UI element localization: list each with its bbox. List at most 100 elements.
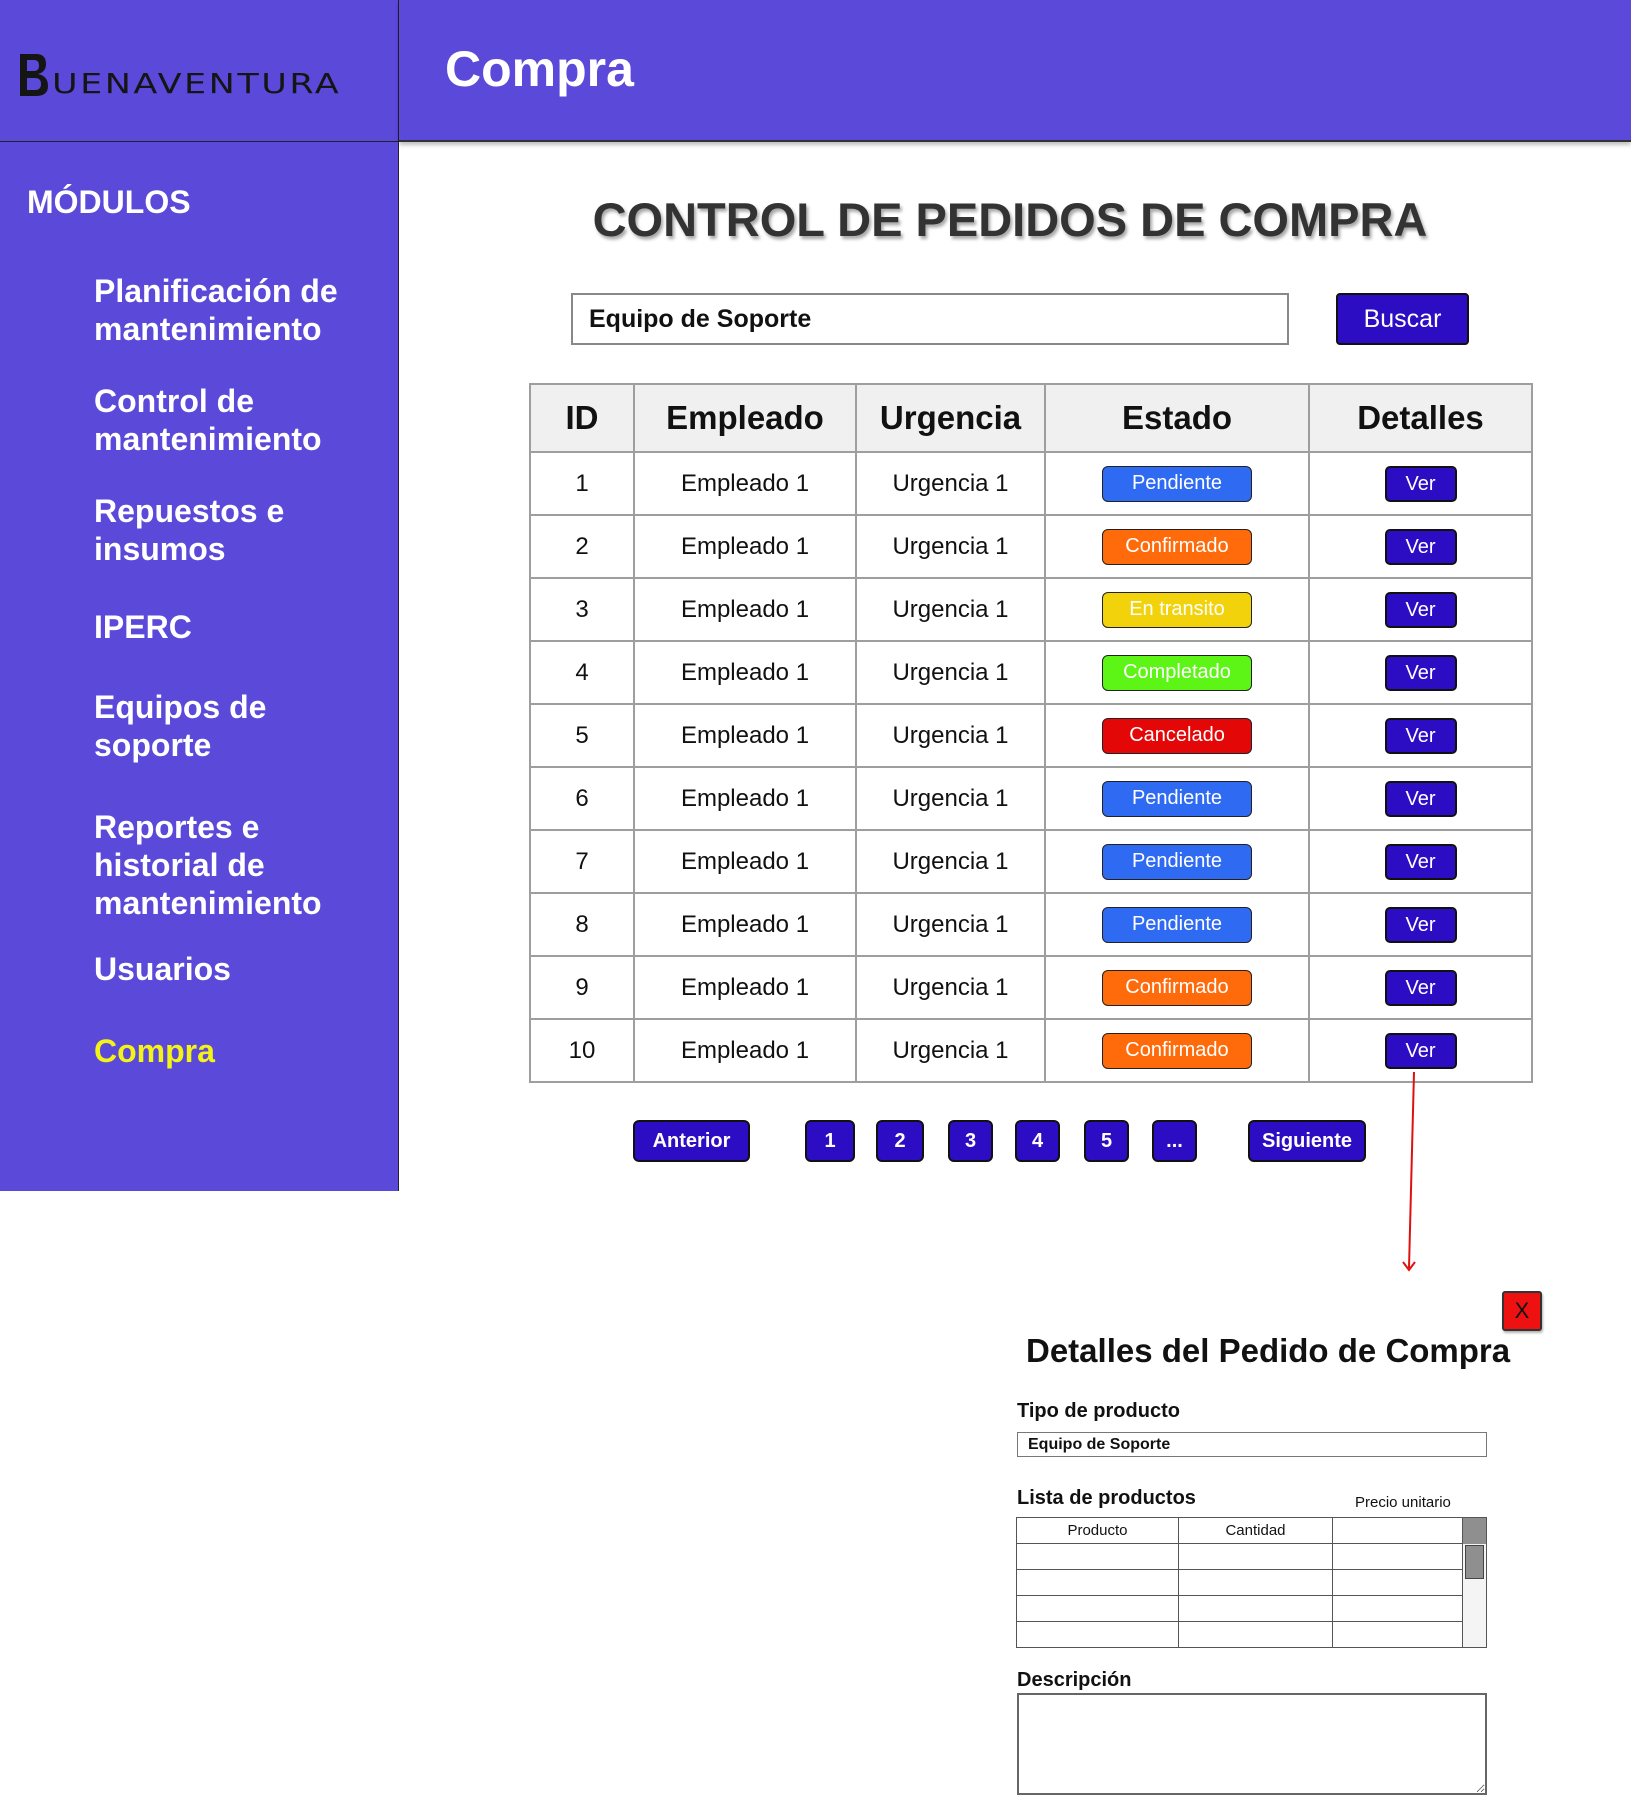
scrollbar-thumb[interactable] [1465, 1545, 1484, 1579]
cell-employee: Empleado 1 [633, 514, 857, 579]
company-logo: UENAVENTURA [18, 52, 339, 98]
view-details-button[interactable]: Ver [1384, 465, 1457, 502]
close-details-button[interactable]: X [1502, 1291, 1542, 1331]
page-header-title: Compra [445, 41, 634, 97]
scrollbar-top-cap [1463, 1518, 1486, 1544]
search-button[interactable]: Buscar [1336, 293, 1469, 345]
cell-id: 7 [529, 829, 635, 894]
unit-price-cell[interactable] [1332, 1621, 1463, 1648]
status-badge: En transito [1102, 591, 1252, 628]
unit-price-label: Precio unitario [1355, 1494, 1451, 1511]
pagination-prev-button[interactable]: Anterior [633, 1120, 750, 1162]
pagination-page-4[interactable]: 4 [1015, 1120, 1060, 1162]
view-details-button[interactable]: Ver [1384, 906, 1457, 943]
product-cell[interactable] [1016, 1569, 1179, 1596]
cell-id: 1 [529, 451, 635, 516]
cell-employee: Empleado 1 [633, 955, 857, 1020]
products-list-label: Lista de productos [1017, 1487, 1196, 1509]
product-cell[interactable] [1016, 1595, 1179, 1622]
orders-table-body: 1 Empleado 1 Urgencia 1 Pendiente Ver 2 Emplea… [529, 451, 1533, 1083]
top-header: Compra [399, 0, 1631, 142]
pagination-page-3[interactable]: 3 [948, 1120, 993, 1162]
cell-details: Ver [1308, 829, 1533, 894]
quantity-cell[interactable] [1178, 1569, 1333, 1596]
status-badge: Confirmado [1102, 528, 1252, 565]
pagination-next-button[interactable]: Siguiente [1248, 1120, 1366, 1162]
table-row: 9 Empleado 1 Urgencia 1 Confirmado Ver [529, 955, 1533, 1020]
pagination-page-5[interactable]: 5 [1084, 1120, 1129, 1162]
column-header-id: ID [529, 383, 635, 453]
cell-employee: Empleado 1 [633, 892, 857, 957]
products-row [1016, 1595, 1463, 1622]
table-row: 5 Empleado 1 Urgencia 1 Cancelado Ver [529, 703, 1533, 768]
product-cell[interactable] [1016, 1543, 1179, 1570]
view-details-button[interactable]: Ver [1384, 528, 1457, 565]
unit-price-cell[interactable] [1332, 1543, 1463, 1570]
cell-employee: Empleado 1 [633, 766, 857, 831]
cell-status: Pendiente [1044, 892, 1310, 957]
cell-urgency: Urgencia 1 [855, 955, 1046, 1020]
table-row: 10 Empleado 1 Urgencia 1 Confirmado Ver [529, 1018, 1533, 1083]
products-header-product: Producto [1016, 1517, 1179, 1544]
sidebar-item-iperc[interactable]: IPERC [94, 608, 384, 646]
sidebar-item-planificacion[interactable]: Planificación de mantenimiento [94, 272, 384, 348]
view-details-button[interactable]: Ver [1384, 654, 1457, 691]
pagination-ellipsis[interactable]: ... [1152, 1120, 1197, 1162]
view-details-button[interactable]: Ver [1384, 1032, 1457, 1069]
cell-status: Confirmado [1044, 1018, 1310, 1083]
search-input[interactable] [571, 293, 1289, 345]
view-details-button[interactable]: Ver [1384, 969, 1457, 1006]
status-badge: Pendiente [1102, 780, 1252, 817]
quantity-cell[interactable] [1178, 1595, 1333, 1622]
quantity-cell[interactable] [1178, 1543, 1333, 1570]
cell-id: 3 [529, 577, 635, 642]
product-cell[interactable] [1016, 1621, 1179, 1648]
cell-urgency: Urgencia 1 [855, 640, 1046, 705]
cell-employee: Empleado 1 [633, 829, 857, 894]
cell-urgency: Urgencia 1 [855, 514, 1046, 579]
status-badge: Confirmado [1102, 1032, 1252, 1069]
product-type-label: Tipo de producto [1017, 1400, 1180, 1422]
sidebar-item-control[interactable]: Control de mantenimiento [94, 382, 384, 458]
description-textarea[interactable] [1017, 1693, 1487, 1795]
sidebar-item-compra[interactable]: Compra [94, 1032, 384, 1070]
cell-urgency: Urgencia 1 [855, 703, 1046, 768]
unit-price-cell[interactable] [1332, 1595, 1463, 1622]
cell-employee: Empleado 1 [633, 640, 857, 705]
products-scrollbar[interactable] [1462, 1517, 1487, 1648]
column-header-status: Estado [1044, 383, 1310, 453]
cell-urgency: Urgencia 1 [855, 829, 1046, 894]
orders-table: ID Empleado Urgencia Estado Detalles 1 Em… [529, 383, 1533, 1083]
products-header-quantity: Cantidad [1178, 1517, 1333, 1544]
unit-price-cell[interactable] [1332, 1569, 1463, 1596]
cell-details: Ver [1308, 892, 1533, 957]
view-details-button[interactable]: Ver [1384, 717, 1457, 754]
cell-status: Confirmado [1044, 514, 1310, 579]
products-row [1016, 1569, 1463, 1596]
view-details-button[interactable]: Ver [1384, 843, 1457, 880]
pagination-page-1[interactable]: 1 [805, 1120, 855, 1162]
sidebar-item-reportes[interactable]: Reportes e historial de mantenimiento [94, 808, 384, 922]
sidebar-item-repuestos[interactable]: Repuestos e insumos [94, 492, 384, 568]
cell-details: Ver [1308, 1018, 1533, 1083]
cell-details: Ver [1308, 451, 1533, 516]
cell-details: Ver [1308, 577, 1533, 642]
cell-details: Ver [1308, 766, 1533, 831]
cell-status: Cancelado [1044, 703, 1310, 768]
products-header-unit-price [1332, 1517, 1463, 1544]
pagination-page-2[interactable]: 2 [876, 1120, 924, 1162]
quantity-cell[interactable] [1178, 1621, 1333, 1648]
view-details-button[interactable]: Ver [1384, 591, 1457, 628]
sidebar-item-equipos[interactable]: Equipos de soporte [94, 688, 384, 764]
table-row: 3 Empleado 1 Urgencia 1 En transito Ver [529, 577, 1533, 642]
cell-employee: Empleado 1 [633, 451, 857, 516]
cell-id: 2 [529, 514, 635, 579]
cell-status: Pendiente [1044, 766, 1310, 831]
table-row: 4 Empleado 1 Urgencia 1 Completado Ver [529, 640, 1533, 705]
view-details-button[interactable]: Ver [1384, 780, 1457, 817]
cell-status: En transito [1044, 577, 1310, 642]
products-table: Producto Cantidad [1016, 1517, 1463, 1648]
status-badge: Pendiente [1102, 906, 1252, 943]
sidebar-item-usuarios[interactable]: Usuarios [94, 950, 384, 988]
product-type-field[interactable]: Equipo de Soporte [1017, 1432, 1487, 1457]
